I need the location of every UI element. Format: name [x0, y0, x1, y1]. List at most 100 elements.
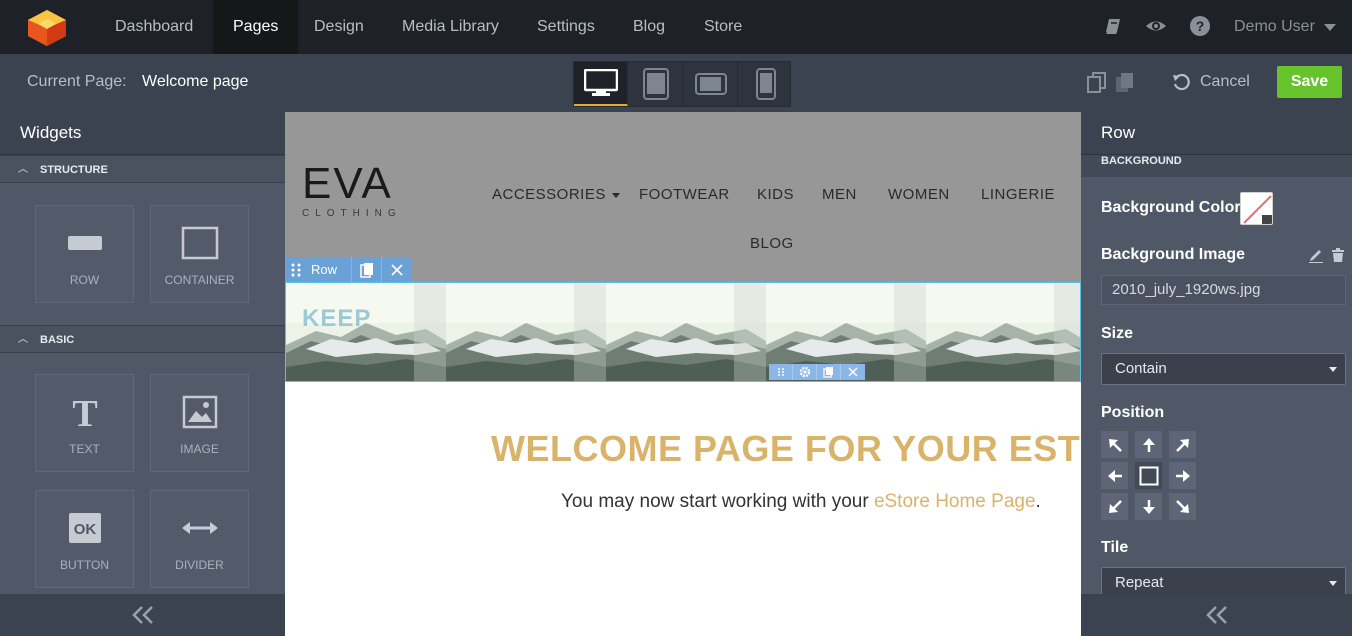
help-icon[interactable]: ?: [1189, 15, 1211, 37]
device-preview-switcher: [573, 61, 791, 107]
nav-settings[interactable]: Settings: [517, 0, 615, 54]
welcome-subtext[interactable]: You may now start working with your eSto…: [561, 491, 1041, 513]
tablet-portrait-icon: [642, 68, 669, 100]
row-properties-panel: Row BACKGROUND Background Color Backgrou…: [1081, 112, 1352, 636]
position-left[interactable]: [1101, 462, 1128, 489]
desktop-view-button[interactable]: [574, 62, 628, 106]
mini-drag-handle[interactable]: [769, 364, 793, 380]
site-nav-accessories[interactable]: ACCESSORIES: [492, 186, 620, 203]
book-icon[interactable]: [1103, 15, 1125, 37]
row-drag-handle[interactable]: Row: [285, 257, 352, 282]
text-widget[interactable]: T TEXT: [35, 374, 134, 472]
site-nav-women[interactable]: WOMEN: [888, 186, 950, 203]
container-widget[interactable]: CONTAINER: [150, 205, 249, 303]
tablet-landscape-view-button[interactable]: [684, 62, 738, 106]
chevron-down-icon: [1329, 367, 1337, 372]
nav-design[interactable]: Design: [294, 0, 384, 54]
user-menu[interactable]: Demo User: [1234, 0, 1315, 54]
chevron-down-icon[interactable]: [1324, 24, 1336, 31]
row-background-banner[interactable]: KEEP: [285, 282, 1081, 382]
page-toolbar: Current Page: Welcome page Cancel Save: [0, 54, 1352, 112]
site-nav-lingerie[interactable]: LINGERIE: [981, 186, 1055, 203]
button-icon: OK: [68, 511, 102, 545]
estore-home-link[interactable]: eStore Home Page: [874, 491, 1036, 512]
basic-widgets: T TEXT IMAGE OK BUTTON DIVIDER: [0, 353, 285, 594]
app-logo-icon[interactable]: [26, 8, 68, 48]
basic-section-header[interactable]: ︿ BASIC: [0, 325, 285, 353]
structure-section-label: STRUCTURE: [40, 164, 108, 176]
site-brand-subtitle: CLOTHING: [302, 208, 402, 219]
nav-blog[interactable]: Blog: [613, 0, 685, 54]
paste-icon[interactable]: [1115, 72, 1135, 94]
tile-select[interactable]: Repeat: [1101, 567, 1346, 594]
collapse-left-panel-button[interactable]: [0, 594, 285, 636]
background-color-swatch[interactable]: [1240, 192, 1273, 225]
position-center[interactable]: [1135, 462, 1162, 489]
size-select[interactable]: Contain: [1101, 353, 1346, 385]
background-image-field[interactable]: 2010_july_1920ws.jpg: [1101, 275, 1346, 305]
tile-label: Tile: [1101, 539, 1129, 556]
chevron-up-icon: ︿: [18, 164, 28, 175]
svg-text:OK: OK: [73, 521, 96, 538]
site-nav-men[interactable]: MEN: [822, 186, 857, 203]
save-button[interactable]: Save: [1277, 66, 1342, 98]
position-top-right[interactable]: [1169, 431, 1196, 458]
eye-icon[interactable]: [1145, 15, 1167, 37]
mini-settings-button[interactable]: [793, 364, 817, 380]
row-toolbar: Row: [285, 257, 412, 282]
position-top[interactable]: [1135, 431, 1162, 458]
mini-duplicate-button[interactable]: [817, 364, 841, 380]
collapse-right-panel-button[interactable]: [1081, 594, 1352, 636]
welcome-subtext-prefix: You may now start working with your: [561, 491, 874, 512]
arrow-left-icon: [1107, 469, 1122, 482]
tablet-landscape-icon: [694, 73, 727, 95]
welcome-heading[interactable]: WELCOME PAGE FOR YOUR ESTO: [491, 428, 1081, 470]
nav-dashboard[interactable]: Dashboard: [95, 0, 213, 54]
row-delete-button[interactable]: [382, 257, 412, 282]
arrow-up-right-icon: [1175, 438, 1189, 452]
mobile-view-button[interactable]: [739, 62, 793, 106]
structure-section-header[interactable]: ︿ STRUCTURE: [0, 155, 285, 183]
arrow-down-right-icon: [1175, 499, 1189, 513]
position-bottom-right[interactable]: [1169, 493, 1196, 520]
row-widget-label: ROW: [69, 273, 100, 287]
widgets-panel: Widgets ︿ STRUCTURE ROW CONTAINER ︿ BASI…: [0, 112, 285, 636]
page-canvas[interactable]: EVA CLOTHING ACCESSORIES FOOTWEAR KIDS M…: [285, 112, 1081, 636]
basic-section-label: BASIC: [40, 334, 75, 346]
arrow-up-left-icon: [1108, 438, 1122, 452]
tablet-portrait-view-button[interactable]: [629, 62, 683, 106]
site-nav-kids[interactable]: KIDS: [757, 186, 794, 203]
row-duplicate-button[interactable]: [352, 257, 382, 282]
nav-store[interactable]: Store: [684, 0, 762, 54]
drag-handle-icon: [777, 368, 784, 376]
trash-icon[interactable]: [1330, 247, 1346, 263]
divider-widget[interactable]: DIVIDER: [150, 490, 249, 588]
row-widget[interactable]: ROW: [35, 205, 134, 303]
site-nav-footwear[interactable]: FOOTWEAR: [639, 186, 730, 203]
copy-icon[interactable]: [1087, 72, 1107, 94]
arrow-down-left-icon: [1108, 499, 1122, 513]
undo-icon: [1173, 73, 1190, 91]
position-top-left[interactable]: [1101, 431, 1128, 458]
current-page-label: Current Page:: [27, 73, 127, 90]
tile-select-value: Repeat: [1115, 574, 1164, 591]
duplicate-icon: [359, 262, 373, 278]
chevron-down-icon: [1329, 581, 1337, 586]
nav-media-library[interactable]: Media Library: [382, 0, 519, 54]
image-widget[interactable]: IMAGE: [150, 374, 249, 472]
double-chevron-left-icon: [131, 606, 153, 624]
position-label: Position: [1101, 404, 1165, 421]
position-grid: [1101, 431, 1197, 520]
close-icon: [848, 367, 858, 377]
button-widget[interactable]: OK BUTTON: [35, 490, 134, 588]
mini-delete-button[interactable]: [841, 364, 865, 380]
site-nav-blog[interactable]: BLOG: [750, 235, 794, 252]
cancel-button[interactable]: Cancel: [1172, 54, 1250, 110]
divider-widget-label: DIVIDER: [175, 558, 224, 572]
position-right[interactable]: [1169, 462, 1196, 489]
edit-icon[interactable]: [1308, 247, 1324, 263]
position-bottom[interactable]: [1135, 493, 1162, 520]
site-header[interactable]: EVA CLOTHING ACCESSORIES FOOTWEAR KIDS M…: [285, 112, 1081, 282]
position-bottom-left[interactable]: [1101, 493, 1128, 520]
nav-pages[interactable]: Pages: [213, 0, 299, 54]
